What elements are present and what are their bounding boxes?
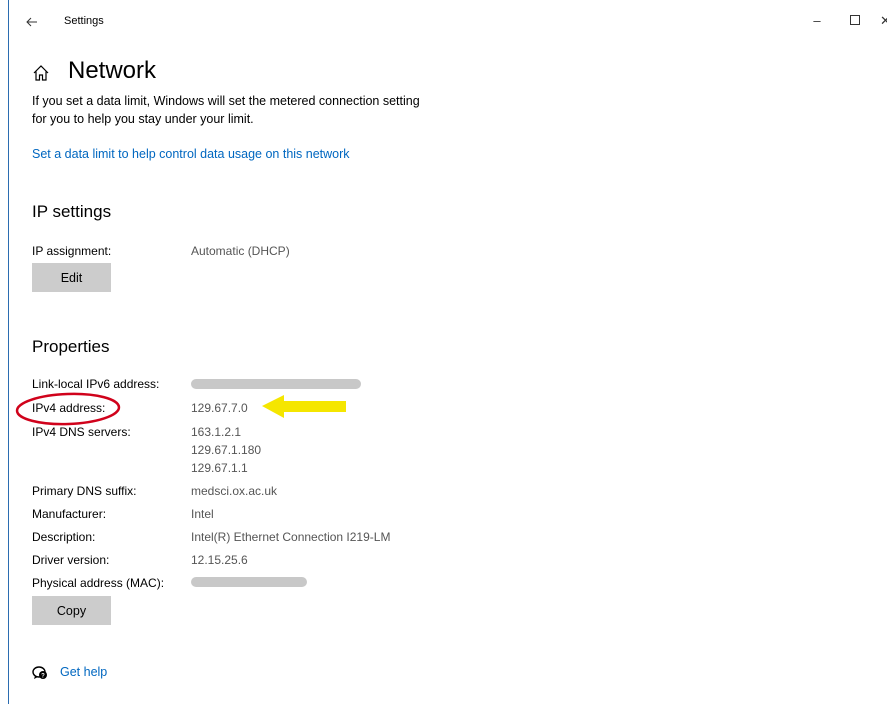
primary-dns-suffix-label: Primary DNS suffix: bbox=[32, 484, 137, 498]
ip-assignment-label: IP assignment: bbox=[32, 244, 112, 258]
redacted-ipv6-value bbox=[191, 379, 361, 389]
title-bar: Settings – ✕ bbox=[0, 0, 887, 40]
page-title: Network bbox=[68, 57, 157, 84]
home-icon[interactable] bbox=[32, 64, 50, 82]
driver-version-value: 12.15.25.6 bbox=[191, 553, 248, 567]
dns-server-2: 129.67.1.180 bbox=[191, 443, 262, 457]
arrow-left-icon bbox=[26, 17, 37, 27]
red-circle-shape bbox=[15, 392, 121, 426]
settings-window: Settings – ✕ Network If you set a data l… bbox=[0, 0, 887, 704]
data-limit-description: If you set a data limit, Windows will se… bbox=[32, 94, 420, 126]
ip-assignment-value: Automatic (DHCP) bbox=[191, 244, 290, 258]
get-help-link[interactable]: Get help bbox=[60, 665, 107, 679]
back-button[interactable] bbox=[22, 12, 42, 32]
primary-dns-suffix-value: medsci.ox.ac.uk bbox=[191, 484, 278, 498]
ipv4-address-value: 129.67.7.0 bbox=[191, 401, 248, 415]
dns-server-1: 163.1.2.1 bbox=[191, 425, 242, 439]
physical-address-label: Physical address (MAC): bbox=[32, 576, 165, 590]
driver-version-label: Driver version: bbox=[32, 553, 110, 567]
set-data-limit-link[interactable]: Set a data limit to help control data us… bbox=[32, 147, 350, 161]
svg-text:?: ? bbox=[41, 674, 45, 680]
description-label: Description: bbox=[32, 530, 96, 544]
copy-button[interactable]: Copy bbox=[32, 596, 111, 625]
yellow-arrow-annotation bbox=[262, 395, 346, 418]
maximize-icon bbox=[850, 15, 860, 25]
window-title: Settings bbox=[64, 15, 104, 27]
window-left-border bbox=[8, 0, 9, 704]
manufacturer-value: Intel bbox=[191, 507, 214, 521]
red-circle-annotation bbox=[15, 392, 121, 426]
yellow-arrow-shape bbox=[262, 395, 346, 418]
description-value: Intel(R) Ethernet Connection I219-LM bbox=[191, 530, 391, 544]
properties-heading: Properties bbox=[32, 337, 110, 356]
edit-button[interactable]: Edit bbox=[32, 263, 111, 292]
dns-server-3: 129.67.1.1 bbox=[191, 461, 248, 475]
maximize-button[interactable] bbox=[846, 13, 864, 29]
minimize-button[interactable]: – bbox=[808, 13, 826, 29]
close-button[interactable]: ✕ bbox=[880, 13, 887, 29]
help-chat-icon: ? bbox=[32, 666, 47, 680]
manufacturer-label: Manufacturer: bbox=[32, 507, 107, 521]
ip-settings-heading: IP settings bbox=[32, 202, 112, 221]
redacted-mac-value bbox=[191, 577, 307, 587]
